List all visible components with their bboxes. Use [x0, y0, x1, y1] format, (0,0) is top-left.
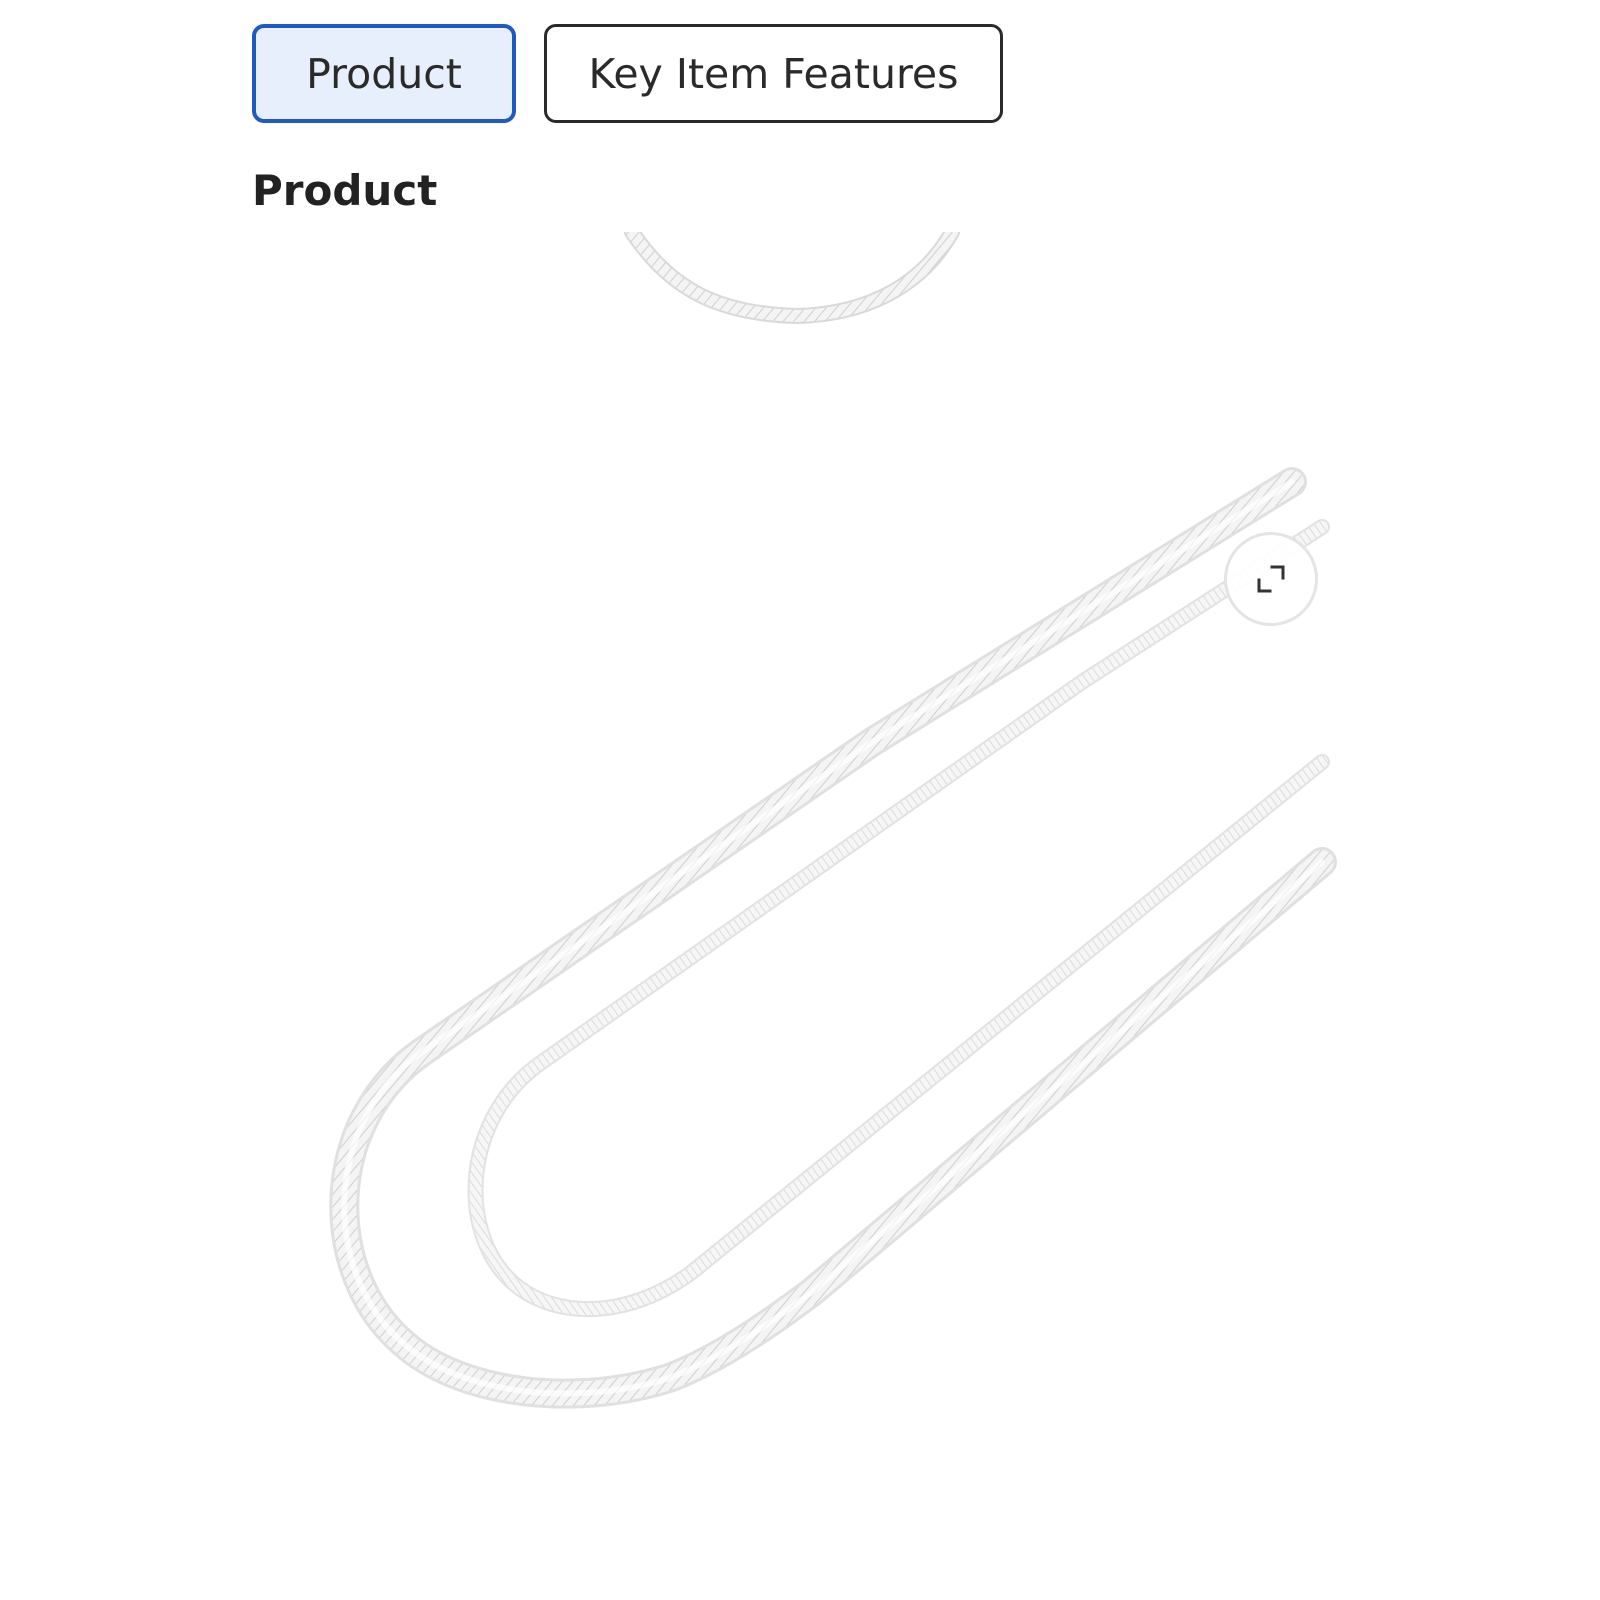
page: Product Key Item Features Product: [0, 0, 1600, 1600]
section-title: Product: [252, 166, 438, 215]
expand-icon: [1253, 561, 1289, 597]
chain-arc-top: [624, 232, 960, 325]
tab-product-label: Product: [306, 49, 462, 98]
tab-product[interactable]: Product: [252, 24, 516, 123]
tab-key-item-features-label: Key Item Features: [588, 49, 959, 98]
expand-button[interactable]: [1224, 532, 1318, 626]
product-image: [252, 232, 1362, 1482]
tab-key-item-features[interactable]: Key Item Features: [544, 24, 1003, 123]
tab-bar: Product Key Item Features: [252, 24, 1003, 123]
